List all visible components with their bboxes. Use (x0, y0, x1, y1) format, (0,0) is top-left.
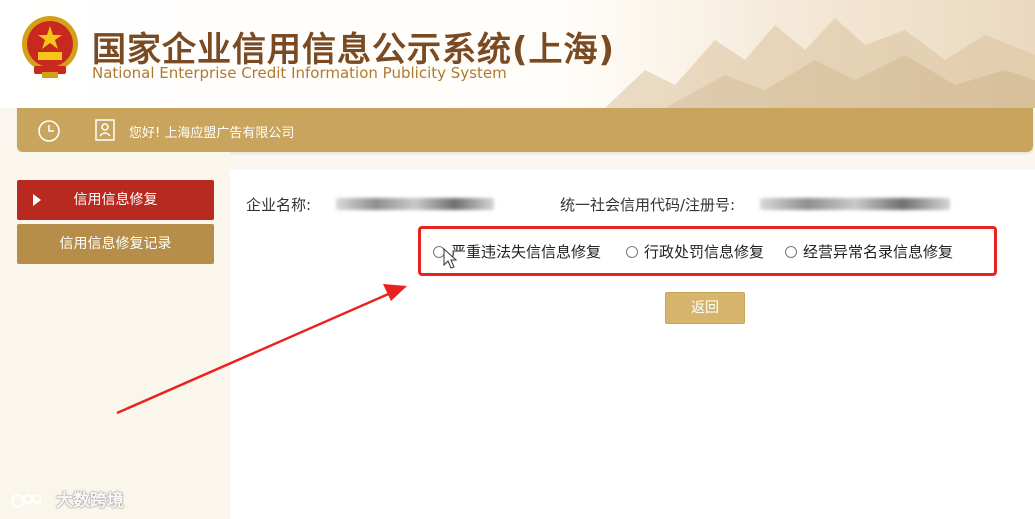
play-arrow-icon (33, 194, 41, 206)
mountain-decoration (605, 18, 1035, 108)
watermark-text: 大数跨境 (55, 491, 124, 511)
sidebar-item-label: 信用信息修复记录 (59, 236, 172, 252)
sidebar-item-label: 信用信息修复 (73, 192, 158, 208)
option-label: 严重违法失信信息修复 (451, 243, 602, 261)
user-card-icon (95, 119, 115, 141)
option-label: 经营异常名录信息修复 (803, 243, 954, 261)
watermark-logo-icon (11, 494, 42, 508)
option-abnormal-operation[interactable]: 经营异常名录信息修复 (785, 241, 953, 262)
site-subtitle: National Enterprise Credit Information P… (92, 64, 507, 82)
company-name-redacted (336, 198, 494, 210)
watermark: 大数跨境 (10, 486, 124, 511)
welcome-text: 您好! 上海应盟广告有限公司 (129, 126, 295, 141)
radio-button[interactable] (785, 245, 797, 258)
top-info-bar: 您好! 上海应盟广告有限公司 (17, 108, 1033, 152)
option-label: 行政处罚信息修复 (644, 243, 765, 261)
company-name-label: 企业名称: (246, 196, 312, 214)
mouse-cursor-icon (443, 248, 458, 269)
option-admin-penalty[interactable]: 行政处罚信息修复 (626, 241, 764, 262)
back-button[interactable]: 返回 (665, 292, 745, 324)
credit-code-redacted (760, 198, 950, 210)
radio-button[interactable] (626, 245, 638, 258)
clock-icon[interactable] (37, 119, 61, 143)
sidebar-item-repair-records[interactable]: 信用信息修复记录 (17, 224, 214, 264)
sidebar: 信用信息修复 信用信息修复记录 (0, 152, 230, 519)
national-emblem-icon (22, 16, 78, 78)
site-header: 国家企业信用信息公示系统(上海) National Enterprise Cre… (0, 0, 1035, 108)
main-content: 企业名称: 统一社会信用代码/注册号: 严重违法失信信息修复 行政处罚信息修复 … (230, 170, 1035, 519)
credit-code-label: 统一社会信用代码/注册号: (560, 196, 736, 214)
sidebar-item-credit-repair[interactable]: 信用信息修复 (17, 180, 214, 220)
repair-options-highlight: 严重违法失信信息修复 行政处罚信息修复 经营异常名录信息修复 (418, 226, 997, 276)
